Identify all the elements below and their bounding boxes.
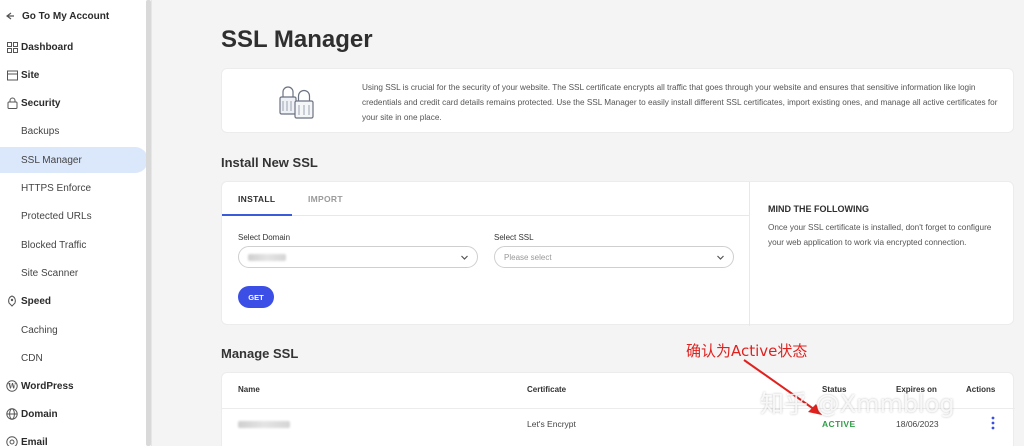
sidebar-item-label: WordPress: [21, 380, 74, 392]
card-divider: [749, 182, 750, 326]
go-to-account-link[interactable]: Go To My Account: [0, 3, 148, 29]
active-tab-indicator: [222, 214, 292, 216]
sidebar-item-label: Domain: [21, 408, 58, 420]
kebab-menu-icon[interactable]: [989, 416, 997, 430]
chevron-down-icon: [717, 255, 724, 260]
site-icon: [5, 68, 19, 82]
grid-icon: [5, 40, 19, 54]
sidebar-item-domain[interactable]: Domain: [0, 401, 148, 427]
domain-select[interactable]: [238, 246, 478, 268]
sidebar-item-cdn[interactable]: CDN: [0, 345, 148, 371]
sidebar-item-label: SSL Manager: [21, 154, 82, 166]
svg-text:W: W: [7, 382, 16, 391]
sidebar-item-label: Email: [21, 436, 48, 446]
sidebar-item-label: Security: [21, 97, 61, 109]
sidebar: Go To My Account Dashboard Site Security…: [0, 0, 152, 446]
install-tabs: INSTALL IMPORT: [222, 182, 749, 216]
wordpress-icon: W: [5, 379, 19, 393]
mind-following-text: Once your SSL certificate is installed, …: [768, 223, 992, 247]
chevron-down-icon: [461, 255, 468, 260]
ssl-select[interactable]: Please select: [494, 246, 734, 268]
watermark: 知乎 @Xmmblog: [760, 390, 955, 418]
tab-import[interactable]: IMPORT: [308, 194, 343, 204]
globe-icon: [5, 407, 19, 421]
select-domain-label: Select Domain: [238, 233, 291, 242]
sidebar-item-speed[interactable]: Speed: [0, 288, 148, 314]
mail-icon: [5, 435, 19, 446]
lock-icon: [5, 96, 19, 110]
sidebar-item-label: Dashboard: [21, 41, 74, 53]
sidebar-item-dashboard[interactable]: Dashboard: [0, 34, 148, 60]
select-ssl-label: Select SSL: [494, 233, 534, 242]
sidebar-item-protected-urls[interactable]: Protected URLs: [0, 203, 148, 229]
go-to-account-label: Go To My Account: [22, 10, 110, 22]
sidebar-item-label: Caching: [21, 324, 58, 336]
sidebar-item-label: Blocked Traffic: [21, 239, 87, 251]
sidebar-item-security[interactable]: Security: [0, 90, 148, 116]
page-title: SSL Manager: [221, 26, 373, 53]
expires-cell: 18/06/2023: [896, 419, 939, 429]
certificate-cell: Let's Encrypt: [527, 419, 576, 429]
redacted-domain: [248, 253, 286, 261]
tab-install[interactable]: INSTALL: [238, 194, 275, 204]
sidebar-item-caching[interactable]: Caching: [0, 317, 148, 343]
sidebar-item-https-enforce[interactable]: HTTPS Enforce: [0, 175, 148, 201]
install-ssl-heading: Install New SSL: [221, 155, 318, 170]
ssl-info-card: Using SSL is crucial for the security of…: [221, 68, 1014, 133]
redacted-name: [238, 421, 290, 428]
sidebar-item-site-scanner[interactable]: Site Scanner: [0, 260, 148, 286]
sidebar-item-label: Protected URLs: [21, 210, 92, 222]
status-badge: ACTIVE: [822, 419, 856, 429]
get-ssl-button[interactable]: GET: [238, 286, 274, 308]
sidebar-item-email[interactable]: Email: [0, 429, 148, 446]
mind-following-title: MIND THE FOLLOWING: [768, 204, 869, 214]
column-header-certificate: Certificate: [527, 385, 567, 394]
sidebar-item-blocked-traffic[interactable]: Blocked Traffic: [0, 232, 148, 258]
padlocks-icon: [279, 86, 314, 119]
rocket-icon: [5, 294, 19, 308]
sidebar-item-label: Backups: [21, 125, 60, 137]
column-header-name: Name: [238, 385, 260, 394]
sidebar-item-ssl-manager[interactable]: SSL Manager: [0, 147, 148, 173]
sidebar-item-label: Site Scanner: [21, 267, 79, 279]
sidebar-item-wordpress[interactable]: W WordPress: [0, 373, 148, 399]
sidebar-item-site[interactable]: Site: [0, 62, 148, 88]
ssl-select-placeholder: Please select: [504, 252, 552, 262]
install-ssl-card: INSTALL IMPORT Select Domain Select SSL …: [221, 181, 1014, 326]
sidebar-item-label: CDN: [21, 352, 43, 364]
sidebar-item-backups[interactable]: Backups: [0, 118, 148, 144]
arrow-left-icon: [3, 9, 17, 23]
manage-ssl-heading: Manage SSL: [221, 346, 299, 361]
ssl-info-text: Using SSL is crucial for the security of…: [362, 83, 998, 122]
column-header-actions: Actions: [966, 385, 996, 394]
sidebar-item-label: Speed: [21, 295, 52, 307]
sidebar-item-label: HTTPS Enforce: [21, 182, 92, 194]
sidebar-scrollbar[interactable]: [146, 0, 151, 446]
sidebar-item-label: Site: [21, 69, 40, 81]
